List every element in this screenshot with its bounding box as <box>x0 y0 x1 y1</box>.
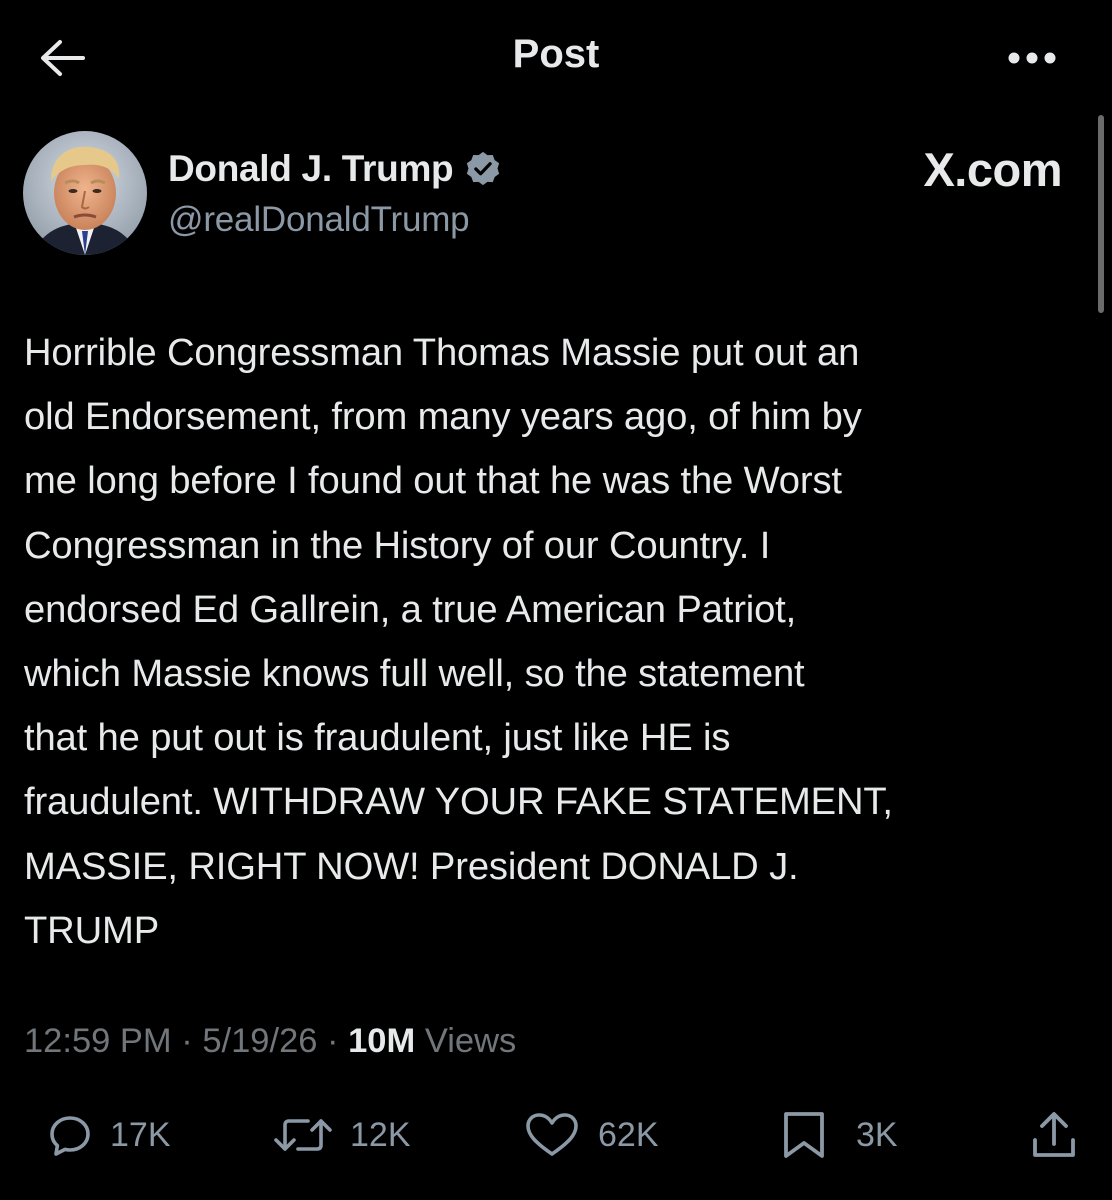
author-name-row[interactable]: Donald J. Trump <box>168 146 502 192</box>
post-text: Horrible Congressman Thomas Massie put o… <box>24 321 1079 963</box>
like-count: 62K <box>598 1115 659 1154</box>
post-text-line: TRUMP <box>24 908 160 952</box>
post-text-line: MASSIE, RIGHT NOW! President DONALD J. <box>24 844 799 888</box>
post-time[interactable]: 12:59 PM <box>24 1022 172 1060</box>
share-upload-icon <box>1033 1112 1075 1157</box>
author-name[interactable]: Donald J. Trump <box>168 148 454 190</box>
post-text-line: fraudulent. WITHDRAW YOUR FAKE STATEMENT… <box>24 780 893 824</box>
reply-count: 17K <box>110 1115 171 1154</box>
bookmark-icon <box>784 1112 824 1158</box>
repost-arrows-icon <box>274 1119 332 1151</box>
post-text-line: me long before I found out that he was t… <box>24 459 842 503</box>
post-text-line: Congressman in the History of our Countr… <box>24 523 771 567</box>
bookmark-button[interactable]: 3K <box>780 1100 898 1170</box>
more-options-button[interactable] <box>1002 34 1062 82</box>
meta-separator: · <box>327 1022 349 1060</box>
verified-badge-icon <box>467 151 500 186</box>
source-watermark: X.com <box>923 143 1062 196</box>
action-bar: 17K 12K 62K 3K <box>0 1100 1112 1170</box>
views-label: Views <box>424 1022 517 1060</box>
top-bar: Post <box>0 0 1112 118</box>
avatar[interactable] <box>23 131 147 255</box>
avatar-image <box>23 131 147 255</box>
repost-count: 12K <box>350 1115 411 1154</box>
bookmark-count: 3K <box>856 1115 898 1154</box>
heart-icon <box>526 1113 578 1156</box>
post-text-line: endorsed Ed Gallrein, a true American Pa… <box>24 587 797 631</box>
author-handle[interactable]: @realDonaldTrump <box>168 200 470 240</box>
reply-bubble-icon <box>50 1116 90 1156</box>
views-count: 10M <box>348 1022 416 1060</box>
post-text-line: which Massie knows full well, so the sta… <box>24 652 805 696</box>
post-text-line: old Endorsement, from many years ago, of… <box>24 395 862 439</box>
post-meta: 12:59 PM · 5/19/26 · 10M Views <box>24 1022 516 1061</box>
more-horizontal-icon <box>1008 52 1056 64</box>
post-text-line: Horrible Congressman Thomas Massie put o… <box>24 331 860 374</box>
repost-button[interactable]: 12K <box>272 1100 411 1170</box>
scrollbar[interactable] <box>1098 115 1104 313</box>
reply-button[interactable]: 17K <box>48 1100 171 1170</box>
share-button[interactable] <box>1030 1100 1078 1170</box>
post-date[interactable]: 5/19/26 <box>202 1022 317 1060</box>
like-button[interactable]: 62K <box>524 1100 659 1170</box>
post-text-line: that he put out is fraudulent, just like… <box>24 716 731 760</box>
page-title: Post <box>512 32 600 76</box>
meta-separator: · <box>181 1022 203 1060</box>
